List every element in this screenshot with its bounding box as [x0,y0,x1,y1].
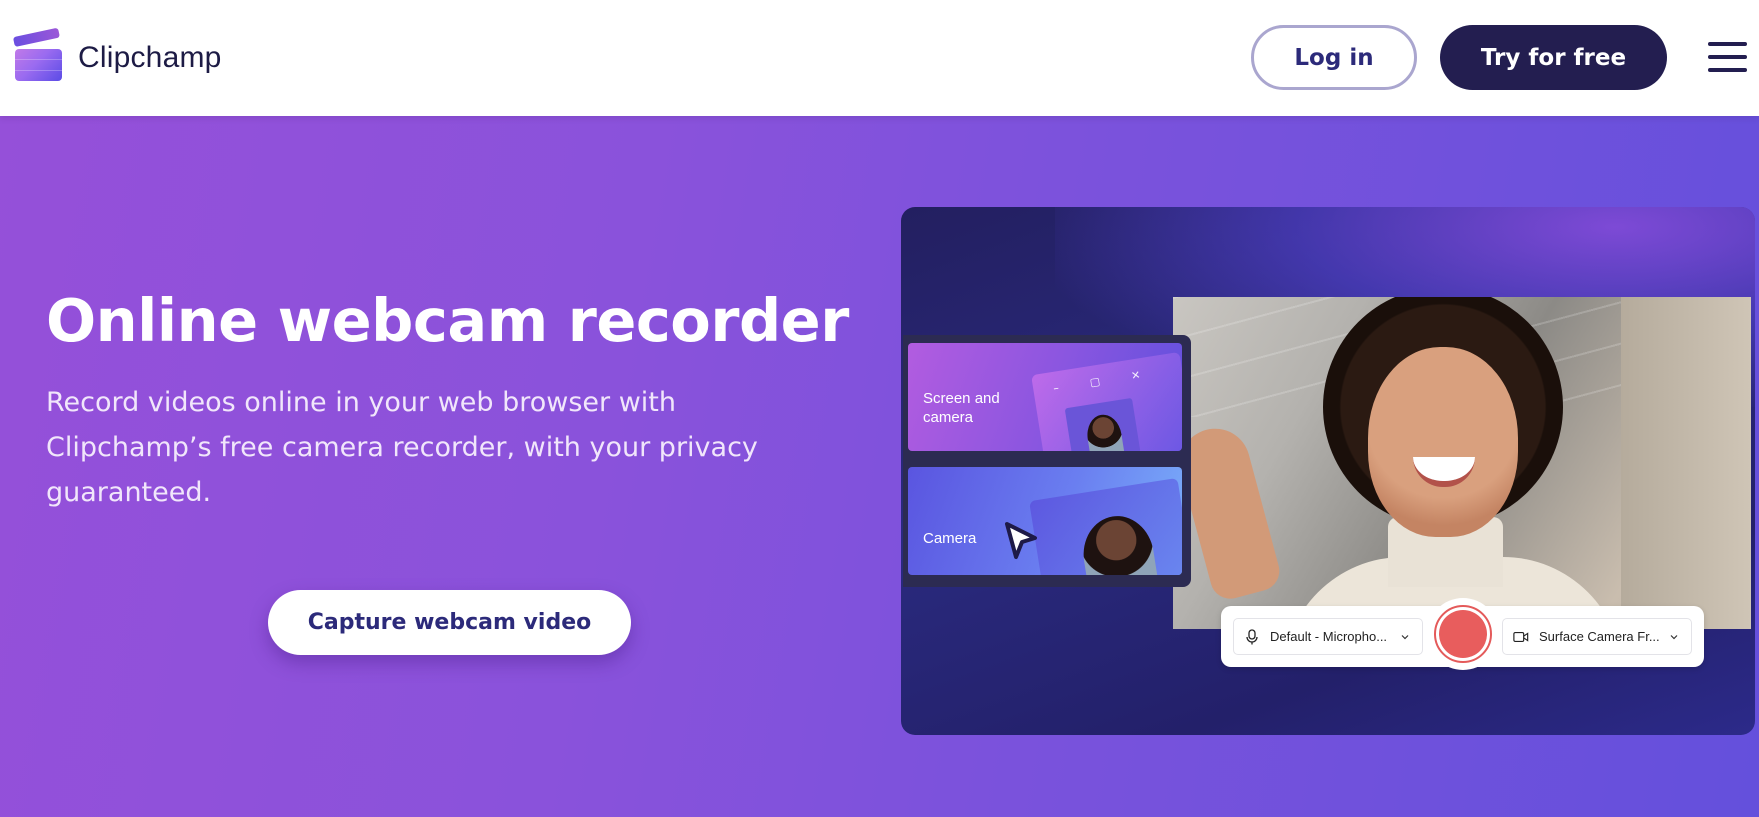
try-for-free-button[interactable]: Try for free [1440,25,1667,90]
page-title: Online webcam recorder [46,286,849,355]
hero-subtitle: Record videos online in your web browser… [46,387,758,508]
mode-label: Camera [923,530,977,547]
recorder-preview-illustration: – ▢ ✕ Screen and camera Camera Default -… [901,207,1755,735]
screen-window-thumbnail: – ▢ ✕ [1031,351,1182,451]
recording-controls-bar: Default - Micropho... Surface Camera Fr.… [1221,598,1704,670]
mouse-pointer-icon [1005,522,1037,559]
hamburger-menu-icon[interactable] [1708,42,1748,72]
microphone-select-value: Default - Micropho... [1270,629,1388,644]
capture-webcam-video-button[interactable]: Capture webcam video [268,590,631,655]
camera-thumbnail [1029,477,1182,575]
clipchamp-logo[interactable]: Clipchamp [12,27,222,82]
video-camera-icon [1513,631,1529,642]
mode-label: Screen and camera [923,390,1000,426]
hero-section: Online webcam recorder Record videos onl… [0,116,1759,817]
record-icon [1439,610,1487,658]
top-navigation: Clipchamp Log in Try for free [0,0,1759,116]
mode-screen-and-camera[interactable]: – ▢ ✕ Screen and camera [908,343,1182,451]
microphone-select[interactable]: Default - Micropho... [1233,618,1423,655]
microphone-icon [1246,628,1258,644]
camera-select[interactable]: Surface Camera Fr... [1502,618,1692,655]
camera-select-value: Surface Camera Fr... [1539,629,1660,644]
clapperboard-logo-icon [12,27,63,82]
mode-camera[interactable]: Camera [908,467,1182,575]
chevron-down-icon [1401,634,1409,639]
webcam-feed-image [1173,297,1751,629]
login-button[interactable]: Log in [1251,25,1417,90]
record-button[interactable] [1427,598,1499,670]
brand-name: Clipchamp [78,40,222,74]
chevron-down-icon [1670,634,1678,639]
recording-mode-list: – ▢ ✕ Screen and camera Camera [903,335,1191,587]
window-controls-icon: – ▢ ✕ [1052,366,1156,395]
